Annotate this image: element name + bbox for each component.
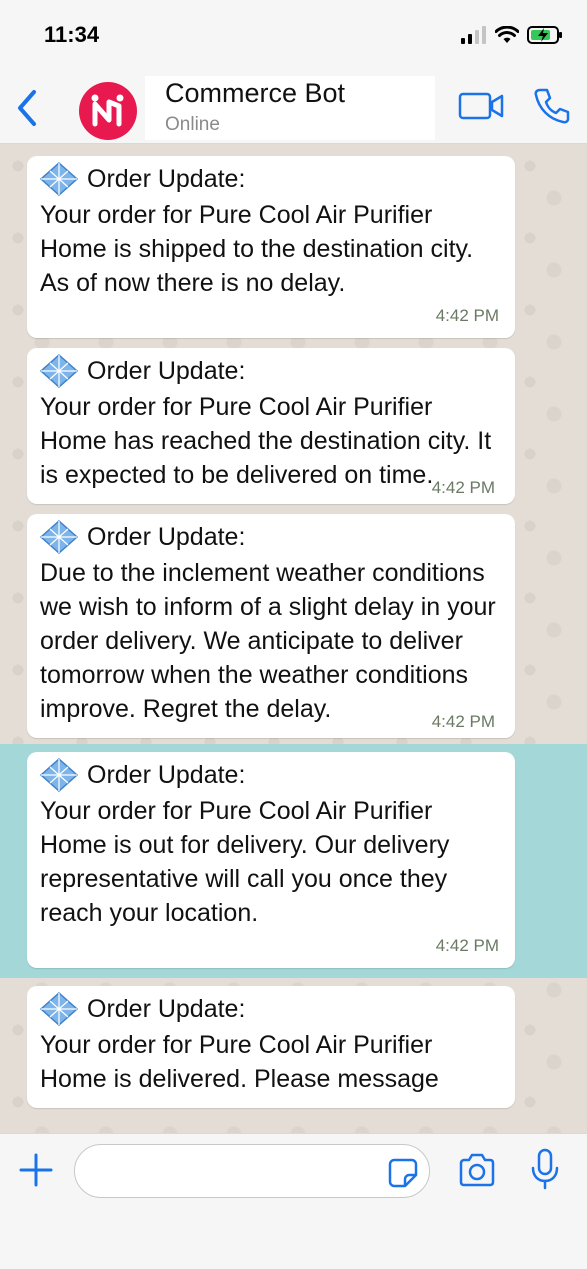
message-header: Order Update: xyxy=(40,162,503,196)
message-timestamp: 4:42 PM xyxy=(435,306,499,325)
message-title: Order Update: xyxy=(87,760,246,789)
message-timestamp: 4:42 PM xyxy=(435,936,499,955)
message-header: Order Update: xyxy=(40,992,503,1026)
message-input[interactable] xyxy=(74,1144,430,1198)
chat-title: Commerce Bot xyxy=(165,78,346,108)
camera-icon xyxy=(459,1153,495,1187)
diamond-emoji-icon xyxy=(40,758,78,792)
microphone-icon xyxy=(531,1148,559,1190)
message-composer xyxy=(0,1133,587,1269)
wifi-icon xyxy=(495,26,519,43)
signal-icon xyxy=(461,26,486,44)
message-row: Order Update: Your order for Pure Cool A… xyxy=(0,344,587,510)
message-header: Order Update: xyxy=(40,354,503,388)
message-text: Your order for Pure Cool Air Purifier Ho… xyxy=(40,797,450,927)
message-title: Order Update: xyxy=(87,994,246,1023)
message-text: Your order for Pure Cool Air Purifier Ho… xyxy=(40,201,474,297)
message-header: Order Update: xyxy=(40,758,503,792)
avatar[interactable] xyxy=(79,82,137,140)
message-row: Order Update: Due to the inclement weath… xyxy=(0,510,587,744)
sticker-icon xyxy=(388,1158,418,1188)
message-bubble[interactable]: Order Update: Your order for Pure Cool A… xyxy=(27,348,515,504)
status-time: 11:34 xyxy=(44,22,100,47)
message-row-highlighted: Order Update: Your order for Pure Cool A… xyxy=(0,744,587,978)
chat-status: Online xyxy=(165,114,220,135)
message-bubble[interactable]: Order Update: Due to the inclement weath… xyxy=(27,514,515,738)
status-bar: 11:34 xyxy=(0,0,587,70)
camera-button[interactable] xyxy=(458,1152,496,1188)
message-text: Your order for Pure Cool Air Purifier Ho… xyxy=(40,1031,439,1093)
chat-area[interactable]: Order Update: Your order for Pure Cool A… xyxy=(0,144,587,1133)
message-title: Order Update: xyxy=(87,164,246,193)
chevron-left-icon xyxy=(18,90,36,126)
chat-header: Commerce Bot Online xyxy=(0,70,587,144)
microphone-button[interactable] xyxy=(530,1148,560,1190)
message-title: Order Update: xyxy=(87,522,246,551)
message-row: Order Update: Your order for Pure Cool A… xyxy=(0,152,587,344)
message-bubble[interactable]: Order Update: Your order for Pure Cool A… xyxy=(27,986,515,1108)
back-button[interactable] xyxy=(10,88,44,128)
diamond-emoji-icon xyxy=(40,992,78,1026)
message-row: Order Update: Your order for Pure Cool A… xyxy=(0,982,587,1114)
chat-title-block[interactable]: Commerce Bot Online xyxy=(145,76,435,140)
status-icons xyxy=(461,24,563,46)
sticker-button[interactable] xyxy=(387,1157,419,1189)
battery-charging-icon xyxy=(527,26,562,44)
video-camera-icon xyxy=(458,92,504,120)
message-list: Order Update: Your order for Pure Cool A… xyxy=(0,152,587,1114)
bot-logo-icon xyxy=(91,94,124,127)
attach-button[interactable] xyxy=(18,1152,54,1188)
diamond-emoji-icon xyxy=(40,520,78,554)
diamond-emoji-icon xyxy=(40,354,78,388)
message-timestamp: 4:42 PM xyxy=(431,712,495,731)
message-timestamp: 4:42 PM xyxy=(431,478,495,497)
message-bubble[interactable]: Order Update: Your order for Pure Cool A… xyxy=(27,156,515,338)
message-bubble[interactable]: Order Update: Your order for Pure Cool A… xyxy=(27,752,515,968)
diamond-emoji-icon xyxy=(40,162,78,196)
plus-icon xyxy=(19,1153,53,1187)
message-text: Your order for Pure Cool Air Purifier Ho… xyxy=(40,393,492,489)
message-header: Order Update: xyxy=(40,520,503,554)
message-title: Order Update: xyxy=(87,356,246,385)
video-call-button[interactable] xyxy=(458,90,506,122)
voice-call-button[interactable] xyxy=(532,86,572,126)
phone-icon xyxy=(534,88,570,124)
message-text: Due to the inclement weather conditions … xyxy=(40,559,496,723)
